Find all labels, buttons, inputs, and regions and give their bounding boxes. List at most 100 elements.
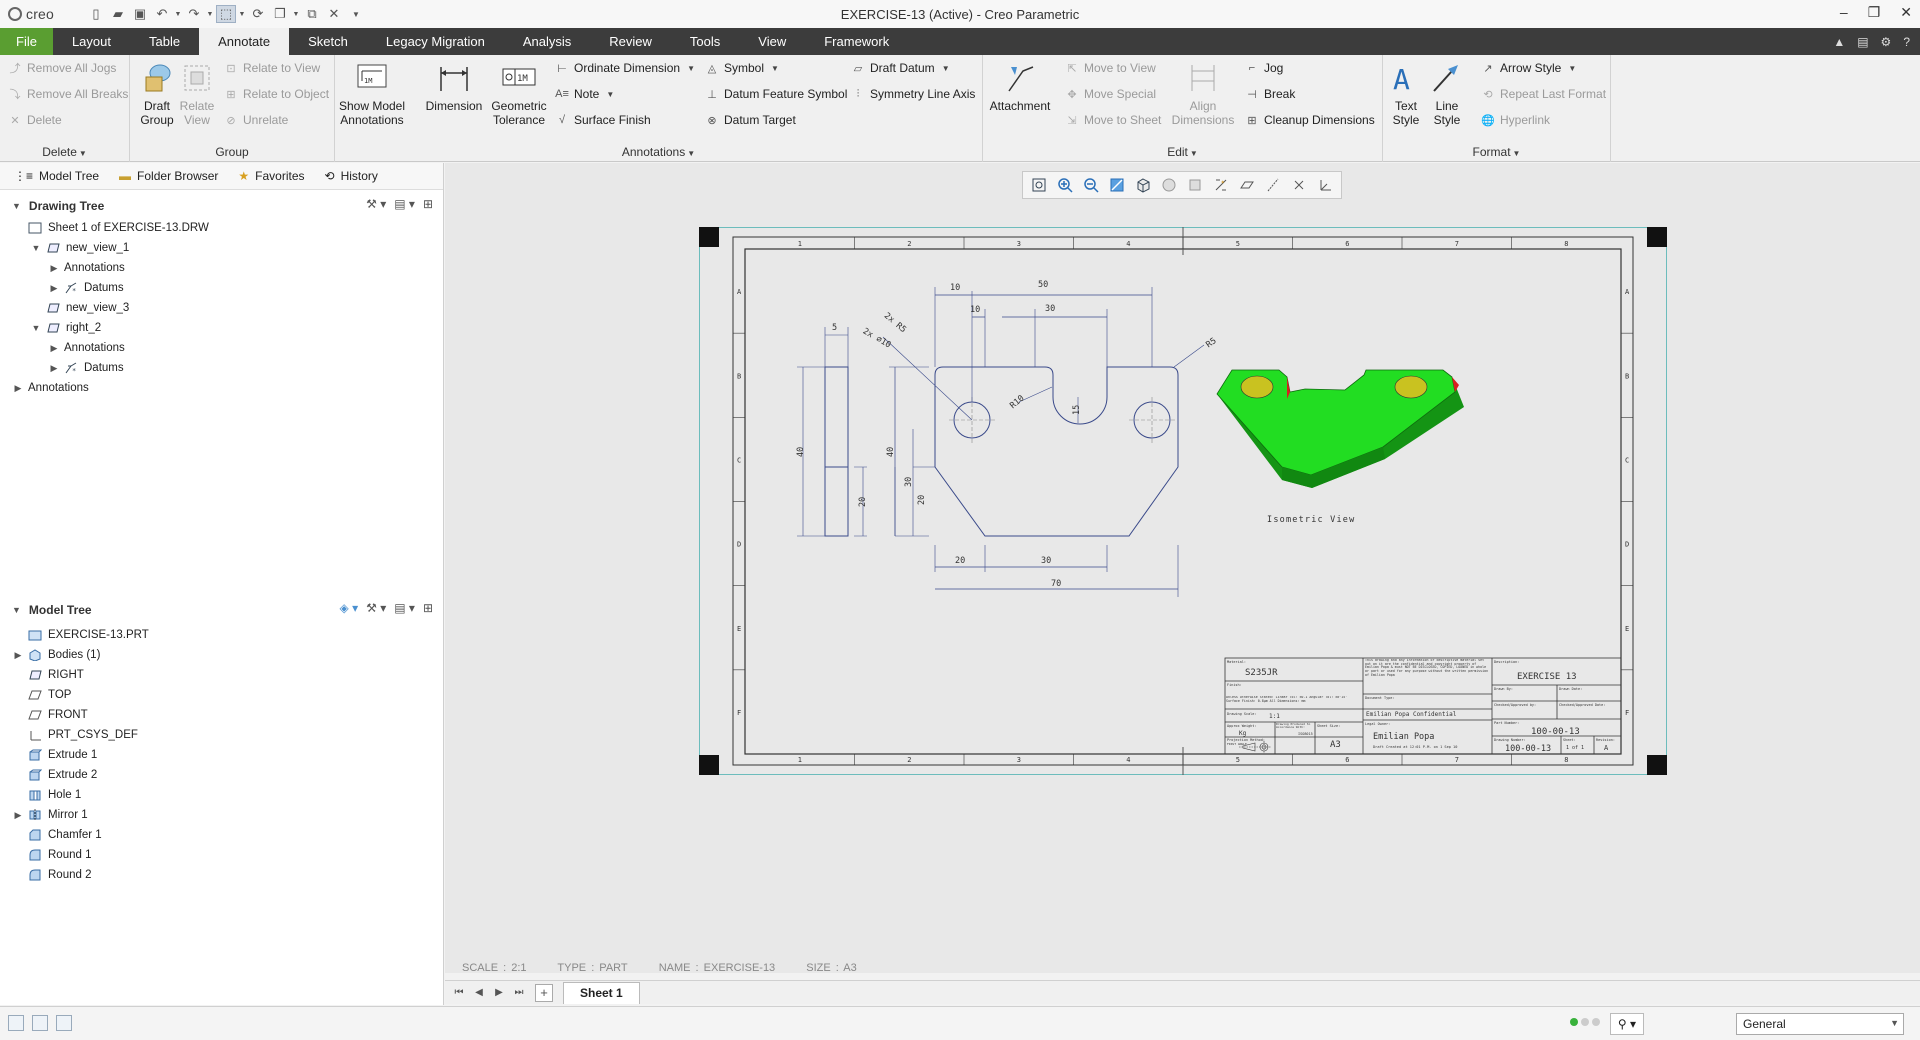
expand-arrow-icon[interactable]: ▶ — [48, 263, 60, 274]
customize-toolbar-icon[interactable]: ▼ — [346, 5, 366, 23]
tab-tools[interactable]: Tools — [671, 28, 739, 55]
zoom-out-icon[interactable] — [1079, 174, 1103, 196]
drawing-tree-row[interactable]: Sheet 1 of EXERCISE-13.DRW — [12, 218, 443, 238]
drawing-tree-row[interactable]: ▶ * Datums — [12, 278, 443, 298]
graphics-area[interactable]: * 1122334455667788AABBCCDDEEFF 10 50 10 … — [445, 163, 1920, 973]
saved-orientations-icon[interactable] — [1157, 174, 1181, 196]
show-model-annotations-button[interactable]: 1M Show Model Annotations — [337, 61, 407, 127]
windows-dropdown-icon[interactable]: ▼ — [292, 5, 300, 23]
drawing-tree-row[interactable]: ▼ new_view_1 — [12, 238, 443, 258]
model-tree-row[interactable]: PRT_CSYS_DEF — [12, 725, 443, 745]
add-sheet-button[interactable]: + — [535, 983, 553, 1002]
symbol-button[interactable]: ◬ Symbol ▼ — [705, 61, 779, 75]
tab-history[interactable]: ⟲ History — [317, 169, 386, 183]
expand-arrow-icon[interactable]: ▶ — [12, 383, 24, 394]
tab-sketch[interactable]: Sketch — [289, 28, 367, 55]
ordinate-dimension-dropdown-icon[interactable]: ▼ — [687, 64, 695, 73]
expand-arrow-icon[interactable]: ▶ — [48, 283, 60, 294]
help-icon[interactable]: ? — [1903, 35, 1910, 49]
datum-feature-symbol-button[interactable]: ⊥ Datum Feature Symbol — [705, 87, 847, 101]
full-screen-icon[interactable] — [56, 1015, 72, 1031]
jog-button[interactable]: ⌐ Jog — [1245, 61, 1284, 75]
drawing-tree-row[interactable]: ▶ * Datums — [12, 358, 443, 378]
new-icon[interactable]: ▯ — [86, 5, 106, 23]
dimension-button[interactable]: Dimension — [423, 61, 485, 113]
note-dropdown-icon[interactable]: ▼ — [606, 90, 614, 99]
relate-to-object-button[interactable]: ⊞ Relate to Object — [224, 87, 329, 101]
tab-framework[interactable]: Framework — [805, 28, 908, 55]
text-style-button[interactable]: A Text Style — [1386, 61, 1426, 127]
relate-to-view-button[interactable]: ⊡ Relate to View — [224, 61, 320, 75]
drawing-tree-row[interactable]: ▶ Annotations — [12, 378, 443, 398]
sheet-tab-1[interactable]: Sheet 1 — [563, 981, 640, 1004]
axis-display-icon[interactable] — [1261, 174, 1285, 196]
model-tree-row[interactable]: ▶ Bodies (1) — [12, 645, 443, 665]
note-button[interactable]: A≡ Note ▼ — [555, 87, 614, 101]
repeat-last-format-button[interactable]: ⟲ Repeat Last Format — [1481, 87, 1606, 101]
model-tree-row[interactable]: EXERCISE-13.PRT — [12, 625, 443, 645]
move-special-button[interactable]: ✥ Move Special — [1065, 87, 1156, 101]
model-tree-row[interactable]: FRONT — [12, 705, 443, 725]
display-style-icon[interactable] — [1131, 174, 1155, 196]
tab-legacy-migration[interactable]: Legacy Migration — [367, 28, 504, 55]
prev-sheet-icon[interactable]: ◀ — [471, 987, 487, 998]
tree-columns-icon[interactable]: ▤ ▾ — [394, 601, 415, 615]
tab-table[interactable]: Table — [130, 28, 199, 55]
expand-arrow-icon[interactable]: ▶ — [12, 650, 24, 661]
dim-15[interactable]: 15 — [1072, 405, 1082, 415]
collapse-triangle-icon[interactable]: ▼ — [12, 605, 21, 615]
datum-target-button[interactable]: ⊗ Datum Target — [705, 113, 795, 127]
datum-display-icon[interactable]: * — [1209, 174, 1233, 196]
last-sheet-icon[interactable]: ⏭ — [511, 987, 527, 998]
csys-display-icon[interactable] — [1313, 174, 1337, 196]
windows-icon[interactable]: ❐ — [270, 5, 290, 23]
dim-40-side[interactable]: 40 — [796, 447, 806, 457]
delete-button[interactable]: ✕ Delete — [8, 113, 61, 127]
tab-view[interactable]: View — [739, 28, 805, 55]
tab-favorites[interactable]: ★ Favorites — [230, 169, 312, 183]
expand-arrow-icon[interactable]: ▶ — [12, 810, 24, 821]
select-dropdown-icon[interactable]: ▼ — [238, 5, 246, 23]
arrow-style-dropdown-icon[interactable]: ▼ — [1568, 64, 1576, 73]
dim-40-front[interactable]: 40 — [886, 447, 896, 457]
model-tree-row[interactable]: Extrude 2 — [12, 765, 443, 785]
dim-50[interactable]: 50 — [1038, 280, 1048, 290]
collapse-arrow-icon[interactable]: ▼ — [30, 323, 42, 333]
model-tree-header[interactable]: ▼ Model Tree ◈ ▾ ⚒ ▾ ▤ ▾ ⊞ — [0, 598, 443, 622]
edit-group-label[interactable]: Edit ▼ — [983, 145, 1382, 159]
model-tree-row[interactable]: Extrude 1 — [12, 745, 443, 765]
undo-icon[interactable]: ↶ — [152, 5, 172, 23]
model-tree-row[interactable]: TOP — [12, 685, 443, 705]
ordinate-dimension-button[interactable]: ⊢ Ordinate Dimension ▼ — [555, 61, 695, 75]
select-box-icon[interactable]: ⬚ — [216, 5, 236, 23]
remove-all-breaks-button[interactable]: ⤵ Remove All Breaks — [8, 87, 129, 101]
switch-window-icon[interactable]: ⧉ — [302, 5, 322, 23]
dim-5[interactable]: 5 — [832, 323, 837, 333]
model-tree-row[interactable]: Round 2 — [12, 865, 443, 885]
drawing-tree-row[interactable]: ▶ Annotations — [12, 338, 443, 358]
break-button[interactable]: ⊣ Break — [1245, 87, 1295, 101]
repaint-icon[interactable] — [1105, 174, 1129, 196]
tree-columns-icon[interactable]: ▤ ▾ — [394, 197, 415, 211]
layers-icon[interactable]: ◈ ▾ — [340, 601, 359, 615]
drawing-tree-row[interactable]: ▶ Annotations — [12, 258, 443, 278]
dim-30-bottom[interactable]: 30 — [1041, 556, 1051, 566]
dim-30-top[interactable]: 30 — [1045, 304, 1055, 314]
dim-20-side[interactable]: 20 — [858, 497, 868, 507]
selection-filter-select[interactable]: General ▼ — [1736, 1013, 1904, 1035]
tab-layout[interactable]: Layout — [53, 28, 130, 55]
symbol-dropdown-icon[interactable]: ▼ — [771, 64, 779, 73]
tab-folder-browser[interactable]: ▬ Folder Browser — [111, 169, 226, 183]
drawing-tree-row[interactable]: new_view_3 — [12, 298, 443, 318]
dim-20-bottom[interactable]: 20 — [955, 556, 965, 566]
close-icon[interactable]: ✕ — [1900, 4, 1912, 21]
tab-model-tree[interactable]: ⋮≡ Model Tree — [6, 169, 107, 183]
delete-group-label[interactable]: Delete ▼ — [0, 145, 129, 159]
search-toolbar-icon[interactable]: ▤ — [1857, 35, 1868, 49]
dim-20-left[interactable]: 20 — [917, 495, 927, 505]
draft-datum-dropdown-icon[interactable]: ▼ — [942, 64, 950, 73]
model-tree-row[interactable]: Round 1 — [12, 845, 443, 865]
tab-file[interactable]: File — [0, 28, 53, 55]
find-binoculars-button[interactable]: ⚲ ▾ — [1610, 1013, 1644, 1035]
tree-filter-icon[interactable]: ⊞ — [423, 601, 433, 615]
